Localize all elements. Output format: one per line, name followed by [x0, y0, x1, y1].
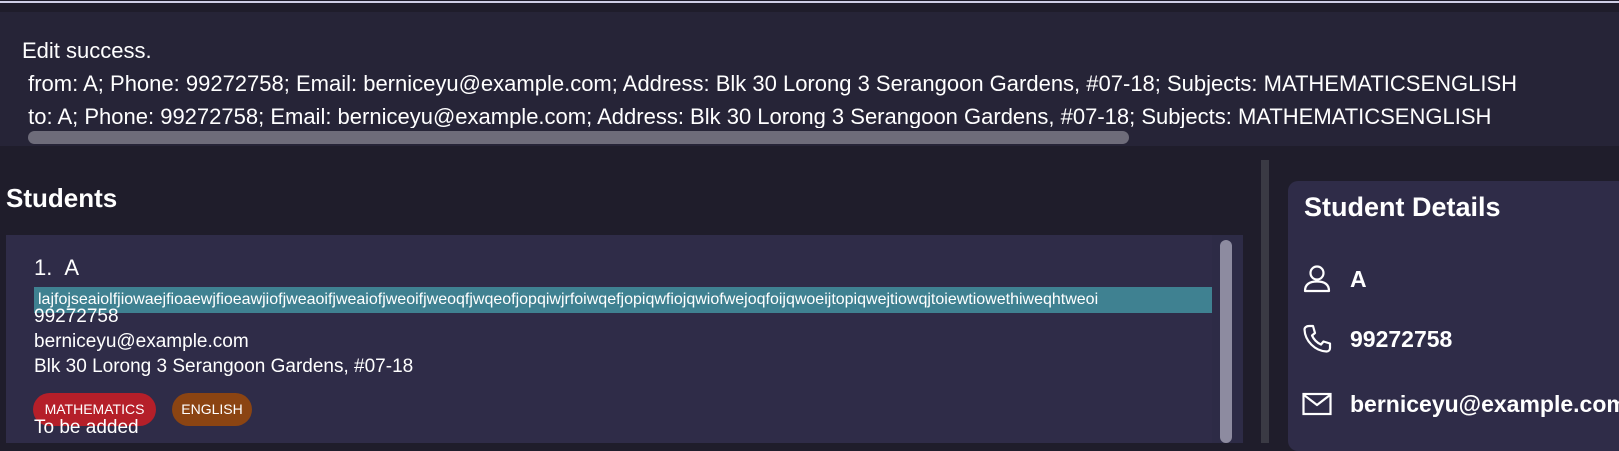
student-name-text: A	[64, 255, 80, 280]
result-line-3: to: A; Phone: 99272758; Email: berniceyu…	[22, 104, 1492, 129]
detail-phone: 99272758	[1350, 325, 1453, 352]
result-scrollbar-thumb[interactable]	[28, 131, 1129, 144]
detail-email-row: berniceyu@example.com	[1300, 387, 1619, 421]
subject-tag-english: ENGLISH	[172, 393, 252, 426]
student-list-scrollbar-thumb[interactable]	[1220, 240, 1232, 443]
student-card[interactable]: 1. A lajfojseaiolfjiowaejfioaewjfioeawjio…	[6, 235, 1212, 443]
result-display[interactable]: Edit success. from: A; Phone: 99272758; …	[0, 12, 1619, 146]
student-phone: 99272758	[34, 306, 119, 327]
detail-name: A	[1350, 265, 1367, 292]
student-highlight-text: lajfojseaiolfjiowaejfioaewjfioeawjiofjwe…	[34, 287, 1212, 313]
student-email: berniceyu@example.com	[34, 331, 249, 352]
detail-name-row: A	[1300, 262, 1367, 296]
panel-divider[interactable]	[1261, 160, 1269, 443]
result-text: Edit success. from: A; Phone: 99272758; …	[22, 34, 1517, 133]
result-line-2: from: A; Phone: 99272758; Email: bernice…	[22, 71, 1518, 96]
detail-phone-row: 99272758	[1300, 322, 1452, 356]
student-address: Blk 30 Lorong 3 Serangoon Gardens, #07-1…	[34, 356, 414, 377]
email-icon	[1300, 387, 1334, 421]
student-remark: To be added	[34, 417, 139, 438]
student-index: 1.	[34, 255, 53, 280]
student-name: 1. A	[34, 255, 79, 281]
student-details-title: Student Details	[1304, 192, 1501, 222]
detail-email: berniceyu@example.com	[1350, 390, 1619, 417]
student-list[interactable]: 1. A lajfojseaiolfjiowaejfioaewjfioeawjio…	[6, 235, 1243, 443]
person-icon	[1300, 262, 1334, 296]
phone-icon	[1300, 322, 1334, 356]
result-line-1: Edit success.	[22, 38, 152, 63]
top-separator	[0, 0, 1619, 3]
students-title: Students	[6, 183, 118, 213]
